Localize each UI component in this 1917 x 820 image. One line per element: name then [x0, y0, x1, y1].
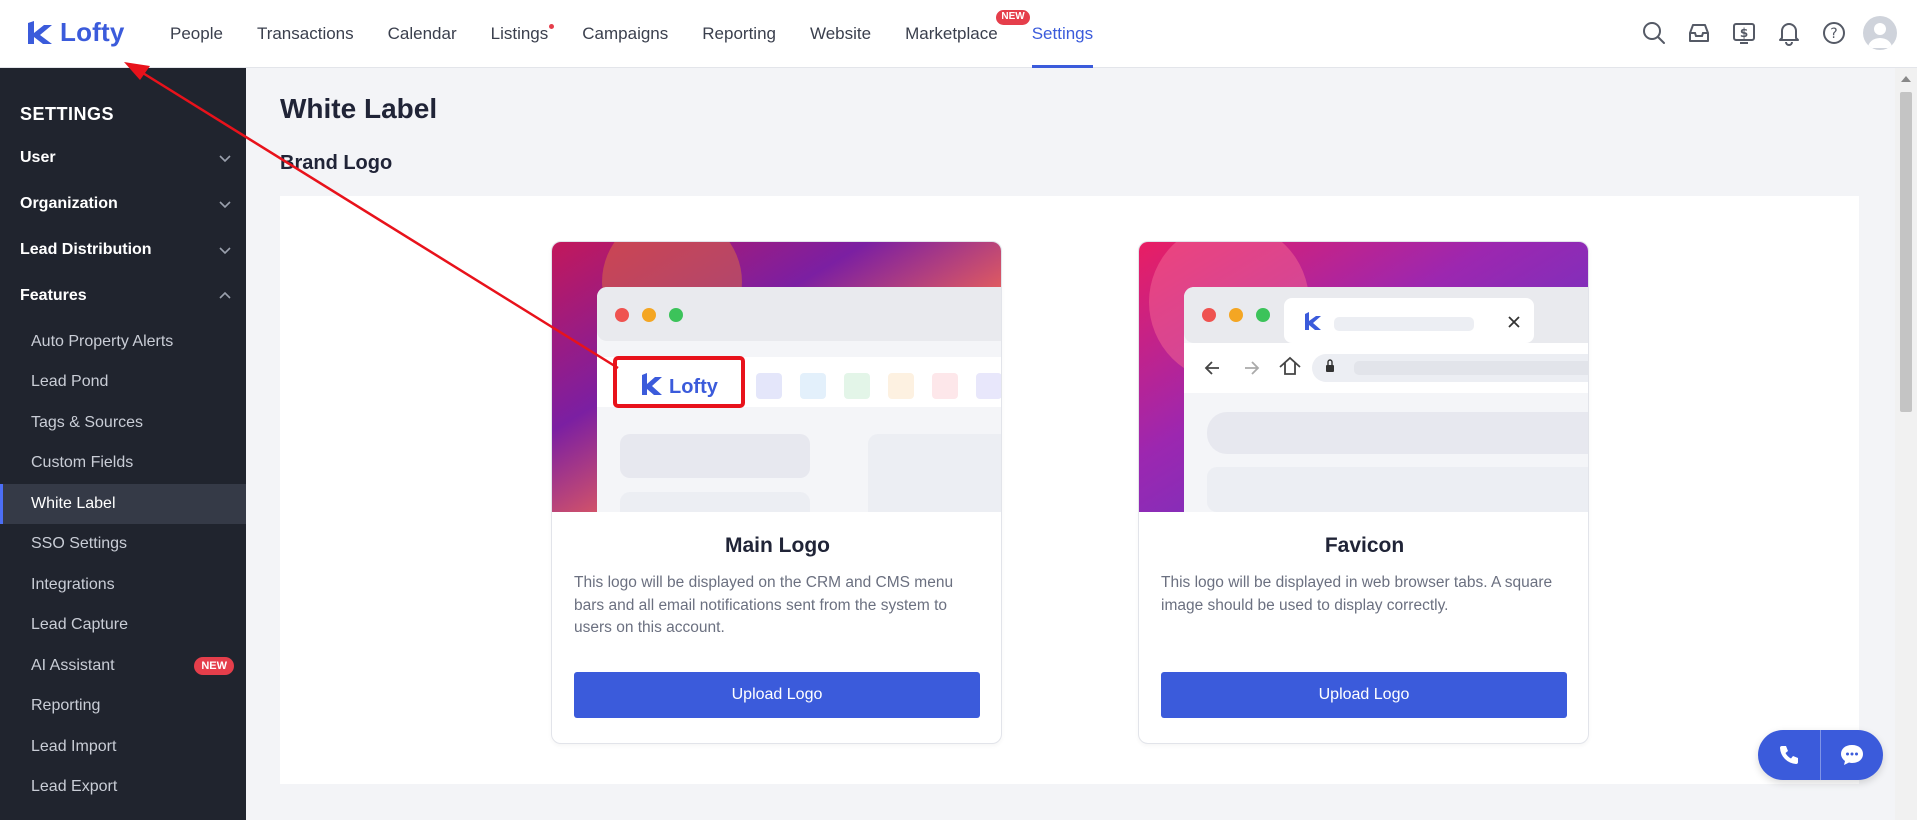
scroll-thumb[interactable] — [1900, 92, 1912, 412]
sidebar-item-sso-settings[interactable]: SSO Settings — [0, 524, 246, 564]
contact-fab — [1758, 730, 1883, 780]
sidebar-item-auto-property-alerts[interactable]: Auto Property Alerts — [0, 322, 246, 362]
nav-marketplace[interactable]: Marketplace NEW — [905, 0, 1030, 68]
settings-sidebar: SETTINGS User Organization Lead Distribu… — [0, 68, 246, 820]
nav-people[interactable]: People — [170, 0, 223, 68]
sidebar-item-lead-import[interactable]: Lead Import — [0, 727, 246, 767]
search-icon[interactable] — [1638, 17, 1670, 49]
sidebar-group-label: Lead Distribution — [20, 241, 152, 258]
chevron-up-icon — [219, 291, 231, 299]
sidebar-item-lead-pond[interactable]: Lead Pond — [0, 362, 246, 402]
sidebar-item-custom-fields[interactable]: Custom Fields — [0, 443, 246, 483]
chevron-down-icon — [219, 155, 231, 163]
sidebar-group-label: Organization — [20, 195, 118, 212]
page-title: White Label — [280, 93, 438, 124]
upload-favicon-button[interactable]: Upload Logo — [1161, 672, 1567, 718]
favicon-description: This logo will be displayed in web brows… — [1161, 574, 1553, 614]
nav-reporting[interactable]: Reporting — [702, 0, 776, 68]
nav-listings[interactable]: Listings — [490, 0, 555, 68]
scroll-up-arrow-icon[interactable] — [1901, 76, 1911, 82]
nav-marketplace-label: Marketplace — [905, 24, 998, 43]
svg-text:?: ? — [1830, 26, 1837, 42]
chevron-down-icon — [219, 247, 231, 255]
notification-dot — [549, 24, 555, 29]
chevron-down-icon — [219, 201, 231, 209]
nav-website[interactable]: Website — [810, 0, 871, 68]
page-scrollbar[interactable] — [1895, 68, 1917, 820]
sidebar-group-features[interactable]: Features — [20, 287, 232, 305]
main-logo-description: This logo will be displayed on the CRM a… — [574, 574, 954, 636]
phone-button[interactable] — [1758, 730, 1820, 780]
favicon-preview — [1139, 242, 1588, 512]
sidebar-group-user[interactable]: User — [20, 149, 232, 167]
chat-button[interactable] — [1821, 730, 1883, 780]
new-badge: NEW — [194, 657, 234, 675]
brand-logo-panel: Lofty Main Logo This logo will be displa… — [280, 196, 1859, 784]
sidebar-item-tags-sources[interactable]: Tags & Sources — [0, 403, 246, 443]
nav-settings[interactable]: Settings — [1031, 0, 1094, 68]
sidebar-group-label: User — [20, 149, 56, 166]
sidebar-item-reporting[interactable]: Reporting — [0, 686, 246, 726]
brand-name: Lofty — [60, 17, 125, 47]
upload-main-logo-button[interactable]: Upload Logo — [574, 672, 980, 718]
main-logo-preview: Lofty — [552, 242, 1001, 512]
sidebar-item-lead-capture[interactable]: Lead Capture — [0, 605, 246, 645]
inbox-icon[interactable] — [1683, 17, 1715, 49]
sidebar-item-white-label[interactable]: White Label — [0, 484, 246, 524]
main-nav: People Transactions Calendar Listings Ca… — [170, 0, 1127, 68]
top-icons: $ ? — [1638, 16, 1897, 50]
nav-transactions[interactable]: Transactions — [257, 0, 354, 68]
sidebar-group-organization[interactable]: Organization — [20, 195, 232, 213]
nav-campaigns[interactable]: Campaigns — [582, 0, 668, 68]
main-logo-title: Main Logo — [725, 534, 830, 557]
sidebar-group-label: Features — [20, 287, 87, 304]
sidebar-item-lead-export[interactable]: Lead Export — [0, 767, 246, 807]
favicon-card: Favicon This logo will be displayed in w… — [1138, 241, 1589, 744]
phone-icon — [1780, 746, 1798, 764]
favicon-title: Favicon — [1324, 534, 1405, 557]
section-title: Brand Logo — [280, 152, 393, 174]
sidebar-item-label: AI Assistant — [31, 657, 115, 674]
lofty-logo[interactable]: Lofty — [26, 17, 125, 48]
help-icon[interactable]: ? — [1818, 17, 1850, 49]
preview-logo-text: Lofty — [669, 376, 719, 398]
main-logo-card: Lofty Main Logo This logo will be displa… — [551, 241, 1002, 744]
lofty-logo-icon — [28, 20, 52, 44]
avatar[interactable] — [1863, 16, 1897, 50]
bell-icon[interactable] — [1773, 17, 1805, 49]
billing-icon[interactable]: $ — [1728, 17, 1760, 49]
top-nav-bar: Lofty People Transactions Calendar Listi… — [0, 0, 1917, 68]
nav-calendar[interactable]: Calendar — [388, 0, 457, 68]
svg-text:$: $ — [1740, 26, 1748, 40]
chat-icon — [1841, 745, 1863, 765]
sidebar-item-ai-assistant[interactable]: AI Assistant NEW — [0, 646, 246, 686]
new-badge: NEW — [996, 10, 1030, 25]
sidebar-title: SETTINGS — [20, 104, 115, 124]
sidebar-item-integrations[interactable]: Integrations — [0, 565, 246, 605]
sidebar-group-lead-distribution[interactable]: Lead Distribution — [20, 241, 232, 259]
nav-listings-label: Listings — [490, 24, 549, 43]
